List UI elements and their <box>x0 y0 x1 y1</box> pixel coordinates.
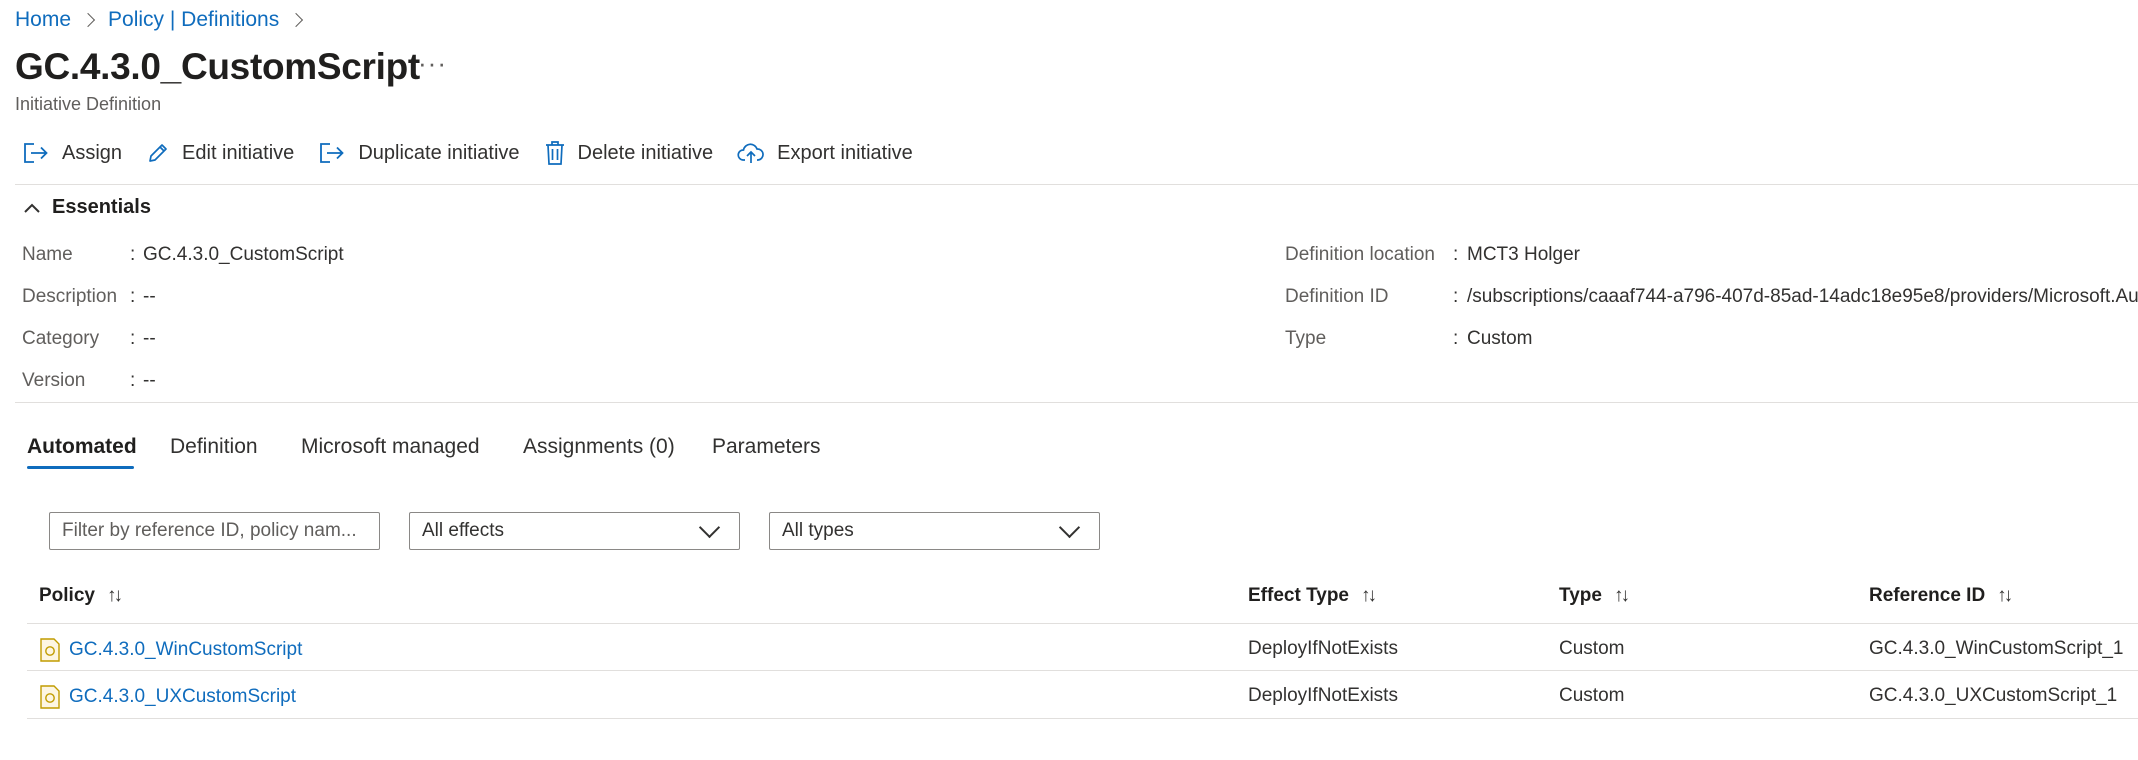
essentials-toggle[interactable]: Essentials <box>22 196 151 219</box>
essentials-name-value: GC.4.3.0_CustomScript <box>143 244 344 265</box>
policy-link[interactable]: GC.4.3.0_UXCustomScript <box>69 686 296 708</box>
essentials-colon: : <box>130 286 136 307</box>
table-row-divider <box>27 670 2138 671</box>
policy-document-icon <box>40 638 60 662</box>
edit-initiative-label: Edit initiative <box>182 141 295 164</box>
delete-initiative-label: Delete initiative <box>577 141 714 164</box>
duplicate-initiative-button[interactable]: Duplicate initiative <box>318 141 520 165</box>
tab-definition[interactable]: Definition <box>170 435 258 459</box>
table-row-policy-cell: GC.4.3.0_WinCustomScript <box>39 638 302 662</box>
cloud-upload-icon <box>737 143 764 163</box>
page-title: GC.4.3.0_CustomScript <box>15 46 420 87</box>
types-dropdown[interactable]: All types <box>769 512 1100 550</box>
reference-id-cell: GC.4.3.0_UXCustomScript_1 <box>1869 685 2118 706</box>
essentials-colon: : <box>130 244 136 265</box>
column-header-reference-id[interactable]: Reference ID ↑↓ <box>1869 585 2013 607</box>
essentials-colon: : <box>130 328 136 349</box>
breadcrumb-home-link[interactable]: Home <box>15 8 71 32</box>
table-row-divider <box>27 718 2138 719</box>
delete-initiative-button[interactable]: Delete initiative <box>544 140 714 166</box>
essentials-definition-location-label: Definition location <box>1285 244 1435 265</box>
essentials-description-label: Description <box>22 286 118 307</box>
duplicate-icon <box>320 143 345 163</box>
effect-type-cell: DeployIfNotExists <box>1248 638 1398 659</box>
sort-icon: ↑↓ <box>106 585 123 606</box>
sort-icon: ↑↓ <box>1361 585 1377 606</box>
toolbar-divider <box>15 184 2138 185</box>
filter-search-input[interactable] <box>50 520 379 542</box>
trash-icon <box>545 141 564 165</box>
tab-microsoft-managed[interactable]: Microsoft managed <box>301 435 480 459</box>
export-initiative-label: Export initiative <box>777 141 913 164</box>
tab-automated[interactable]: Automated <box>27 435 137 459</box>
assign-button[interactable]: Assign <box>22 141 122 165</box>
essentials-version-value: -- <box>143 370 156 391</box>
sort-icon: ↑↓ <box>1613 585 1630 606</box>
table-row-policy-cell: GC.4.3.0_UXCustomScript <box>39 685 296 709</box>
essentials-type-value: Custom <box>1467 328 1533 349</box>
column-header-type[interactable]: Type ↑↓ <box>1559 585 1630 607</box>
essentials-colon: : <box>130 370 136 391</box>
chevron-right-icon <box>80 12 96 28</box>
column-header-policy[interactable]: Policy ↑↓ <box>39 585 123 607</box>
column-header-type-label: Type <box>1559 585 1602 606</box>
column-header-reference-id-label: Reference ID <box>1869 585 1986 606</box>
column-header-policy-label: Policy <box>39 585 95 606</box>
effect-type-cell: DeployIfNotExists <box>1248 685 1398 706</box>
table-header-divider <box>27 623 2138 624</box>
active-tab-indicator <box>27 466 134 469</box>
chevron-up-icon <box>24 203 40 213</box>
breadcrumb: Home Policy | Definitions <box>15 8 316 32</box>
essentials-definition-id-value: /subscriptions/caaaf744-a796-407d-85ad-1… <box>1467 286 2138 307</box>
type-cell: Custom <box>1559 638 1625 659</box>
essentials-colon: : <box>1453 286 1459 307</box>
essentials-divider <box>15 402 2138 403</box>
essentials-category-value: -- <box>143 328 156 349</box>
assign-label: Assign <box>62 141 123 164</box>
search-box <box>49 512 380 550</box>
chevron-down-icon <box>698 516 721 538</box>
essentials-definition-id-label: Definition ID <box>1285 286 1389 307</box>
essentials-heading: Essentials <box>52 196 151 218</box>
assign-icon <box>24 143 48 163</box>
pencil-icon <box>149 144 167 162</box>
policy-document-icon <box>40 685 60 709</box>
essentials-description-value: -- <box>143 286 156 307</box>
tab-assignments[interactable]: Assignments (0) <box>523 435 675 459</box>
effects-dropdown[interactable]: All effects <box>409 512 740 550</box>
policy-link[interactable]: GC.4.3.0_WinCustomScript <box>69 639 302 661</box>
types-dropdown-value: All types <box>782 520 854 541</box>
duplicate-initiative-label: Duplicate initiative <box>358 141 520 164</box>
type-cell: Custom <box>1559 685 1625 706</box>
breadcrumb-policy-definitions-link[interactable]: Policy | Definitions <box>108 8 279 32</box>
essentials-colon: : <box>1453 244 1459 265</box>
chevron-down-icon <box>1058 516 1081 538</box>
column-header-effect-type[interactable]: Effect Type ↑↓ <box>1248 585 1377 607</box>
more-options-button[interactable]: ··· <box>418 50 447 76</box>
essentials-category-label: Category <box>22 328 100 349</box>
reference-id-cell: GC.4.3.0_WinCustomScript_1 <box>1869 638 2124 659</box>
tab-parameters[interactable]: Parameters <box>712 435 821 459</box>
sort-icon: ↑↓ <box>1997 585 2013 606</box>
essentials-version-label: Version <box>22 370 86 391</box>
essentials-type-label: Type <box>1285 328 1327 349</box>
essentials-colon: : <box>1453 328 1459 349</box>
essentials-name-label: Name <box>22 244 73 265</box>
page-subtitle: Initiative Definition <box>15 94 162 114</box>
effects-dropdown-value: All effects <box>422 520 505 541</box>
chevron-right-icon <box>289 12 304 28</box>
essentials-definition-location-value: MCT3 Holger <box>1467 244 1580 265</box>
export-initiative-button[interactable]: Export initiative <box>737 141 913 165</box>
column-header-effect-type-label: Effect Type <box>1248 585 1350 606</box>
edit-initiative-button[interactable]: Edit initiative <box>146 141 294 165</box>
command-bar: Assign Edit initiative Duplicate initiat… <box>22 140 937 166</box>
